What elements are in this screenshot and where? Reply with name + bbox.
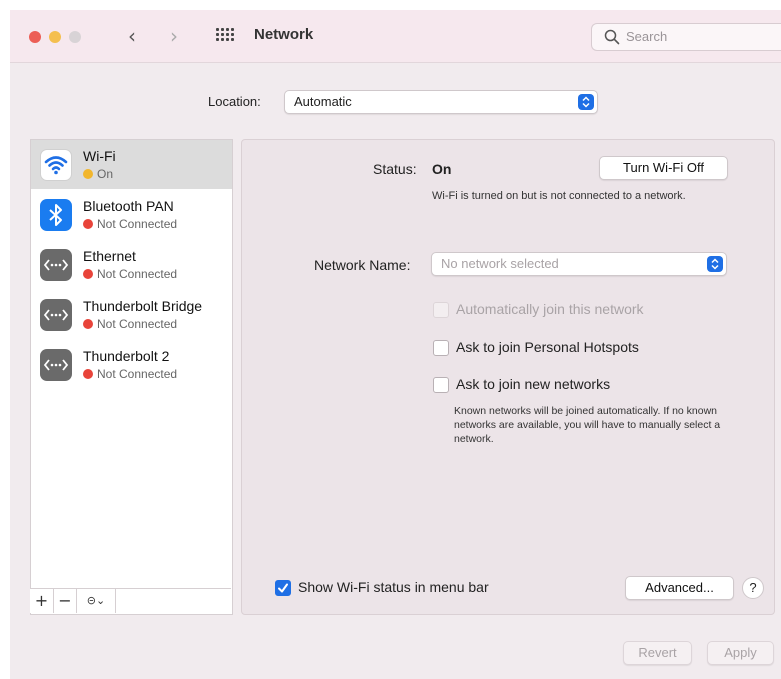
show-status-checkbox[interactable]: [275, 580, 291, 596]
ethernet-icon: [40, 349, 72, 381]
select-stepper-icon: [707, 256, 723, 272]
status-description: Wi-Fi is turned on but is not connected …: [432, 190, 686, 202]
location-select[interactable]: Automatic: [284, 90, 598, 114]
minimize-button[interactable]: [49, 31, 61, 43]
service-item-ethernet[interactable]: Ethernet Not Connected: [31, 240, 232, 289]
turn-wifi-off-button[interactable]: Turn Wi-Fi Off: [599, 156, 728, 180]
ask-new-networks-description: Known networks will be joined automatica…: [454, 405, 721, 445]
action-menu-button[interactable]: ⊝⌄: [77, 589, 116, 613]
checkmark-icon: [278, 583, 288, 593]
network-name-label: Network Name:: [314, 257, 411, 273]
service-status: On: [97, 167, 114, 181]
window-title: Network: [254, 26, 314, 43]
search-icon: [604, 29, 620, 45]
location-label: Location:: [208, 94, 261, 109]
service-name: Wi-Fi: [83, 148, 116, 164]
search-input[interactable]: Search: [591, 23, 781, 51]
wifi-detail-panel: Status: On Turn Wi-Fi Off Wi-Fi is turne…: [241, 139, 775, 615]
remove-service-button[interactable]: −: [54, 589, 77, 613]
service-name: Thunderbolt Bridge: [83, 298, 203, 314]
status-dot: [83, 269, 93, 279]
service-item-thunderbolt-2[interactable]: Thunderbolt 2 Not Connected: [31, 340, 232, 389]
status-dot: [83, 169, 93, 179]
show-status-label: Show Wi-Fi status in menu bar: [298, 579, 489, 595]
location-value: Automatic: [294, 94, 352, 109]
zoom-button[interactable]: [69, 31, 81, 43]
apply-button[interactable]: Apply: [707, 641, 774, 665]
ask-hotspots-label: Ask to join Personal Hotspots: [456, 339, 639, 355]
service-item-thunderbolt-bridge[interactable]: Thunderbolt Bridge Not Connected: [31, 290, 232, 339]
service-item-bluetooth-pan[interactable]: Bluetooth PAN Not Connected: [31, 190, 232, 239]
status-dot: [83, 219, 93, 229]
service-list: Wi-Fi On Bluetooth PAN Not Connected Eth…: [30, 139, 233, 615]
help-button[interactable]: ?: [742, 577, 764, 599]
wifi-icon: [40, 149, 72, 181]
auto-join-checkbox[interactable]: [433, 302, 449, 318]
add-service-button[interactable]: +: [30, 589, 54, 613]
service-status: Not Connected: [97, 267, 178, 281]
status-label: Status:: [373, 161, 417, 177]
network-name-select[interactable]: No network selected: [431, 252, 727, 276]
revert-button[interactable]: Revert: [623, 641, 692, 665]
network-name-placeholder: No network selected: [441, 256, 559, 271]
advanced-button[interactable]: Advanced...: [625, 576, 734, 600]
auto-join-label: Automatically join this network: [456, 301, 644, 317]
service-name: Ethernet: [83, 248, 136, 264]
bluetooth-icon: [40, 199, 72, 231]
status-dot: [83, 369, 93, 379]
network-window: ‹ › Network Search Location: Automatic W…: [10, 10, 781, 679]
service-item-wifi[interactable]: Wi-Fi On: [31, 140, 232, 189]
ethernet-icon: [40, 299, 72, 331]
select-stepper-icon: [578, 94, 594, 110]
ask-new-networks-label: Ask to join new networks: [456, 376, 611, 392]
service-list-toolbar: + − ⊝⌄: [30, 588, 231, 613]
service-status: Not Connected: [97, 217, 178, 231]
show-all-grid-icon[interactable]: [216, 28, 234, 42]
title-bar: ‹ › Network Search: [10, 10, 781, 63]
close-button[interactable]: [29, 31, 41, 43]
service-status: Not Connected: [97, 317, 178, 331]
search-placeholder: Search: [626, 29, 668, 44]
ask-new-networks-checkbox[interactable]: [433, 377, 449, 393]
service-status: Not Connected: [97, 367, 178, 381]
forward-icon[interactable]: ›: [170, 24, 178, 48]
ask-hotspots-checkbox[interactable]: [433, 340, 449, 356]
back-icon[interactable]: ‹: [128, 24, 136, 48]
ethernet-icon: [40, 249, 72, 281]
service-name: Bluetooth PAN: [83, 198, 174, 214]
status-dot: [83, 319, 93, 329]
service-name: Thunderbolt 2: [83, 348, 170, 364]
status-value: On: [432, 161, 452, 177]
